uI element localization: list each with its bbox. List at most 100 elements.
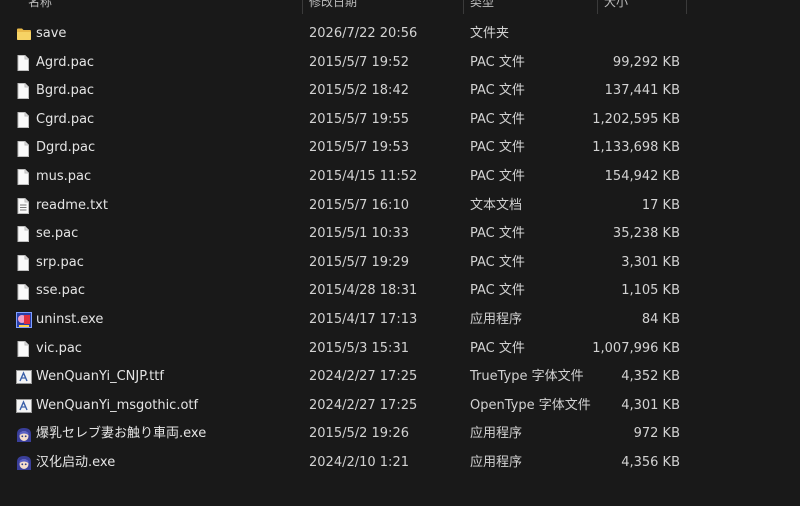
file-type: PAC 文件	[470, 340, 525, 356]
file-icon	[16, 335, 34, 364]
file-row[interactable]: Cgrd.pac 2015/5/7 19:55 PAC 文件 1,202,595 KB	[0, 106, 800, 135]
character-app-icon	[16, 420, 34, 449]
file-type: PAC 文件	[470, 226, 525, 242]
file-type: 应用程序	[470, 426, 523, 442]
file-size: 1,133,698 KB	[592, 140, 680, 156]
file-type: 文件夹	[470, 26, 510, 41]
column-header-date[interactable]: 修改日期	[303, 0, 463, 14]
file-type: 应用程序	[470, 454, 523, 470]
file-name: mus.pac	[36, 168, 92, 184]
file-size: 1,007,996 KB	[592, 340, 680, 356]
uninstaller-app-icon	[16, 306, 34, 335]
file-modified-date: 2015/5/2 18:42	[309, 83, 409, 99]
file-modified-date: 2026/7/22 20:56	[309, 26, 418, 41]
file-row[interactable]: readme.txt 2015/5/7 16:10 文本文档 17 KB	[0, 192, 800, 221]
font-file-icon	[16, 363, 34, 392]
file-name: vic.pac	[36, 340, 82, 356]
file-type: 应用程序	[470, 311, 523, 327]
file-modified-date: 2015/5/7 19:29	[309, 254, 409, 270]
file-type: PAC 文件	[470, 283, 525, 299]
file-name: 爆乳セレブ妻お触り車両.exe	[36, 426, 207, 442]
file-size: 1,105 KB	[621, 283, 680, 299]
file-name: srp.pac	[36, 254, 84, 270]
column-header-bar: 名称 修改日期 类型 大小	[0, 0, 800, 14]
file-name: WenQuanYi_msgothic.otf	[36, 397, 199, 413]
file-size: 17 KB	[641, 197, 680, 213]
file-name: Bgrd.pac	[36, 83, 95, 99]
file-name: se.pac	[36, 226, 79, 242]
file-icon	[16, 49, 34, 78]
file-icon	[16, 134, 34, 163]
file-row[interactable]: WenQuanYi_CNJP.ttf 2024/2/27 17:25 TrueTyp…	[0, 363, 800, 392]
column-header-name[interactable]: 名称	[22, 0, 302, 14]
file-icon	[16, 106, 34, 135]
file-icon	[16, 163, 34, 192]
file-row[interactable]: 爆乳セレブ妻お触り車両.exe 2015/5/2 19:26 应用程序 972 KB	[0, 420, 800, 449]
character-app-icon	[16, 449, 34, 478]
file-row[interactable]: Dgrd.pac 2015/5/7 19:53 PAC 文件 1,133,698 KB	[0, 134, 800, 163]
file-name: Agrd.pac	[36, 54, 95, 70]
column-divider[interactable]	[686, 0, 687, 14]
file-row[interactable]: Bgrd.pac 2015/5/2 18:42 PAC 文件 137,441 KB	[0, 77, 800, 106]
file-name: readme.txt	[36, 197, 108, 213]
file-size	[560, 20, 680, 49]
file-name: Dgrd.pac	[36, 140, 96, 156]
file-modified-date: 2015/4/28 18:31	[309, 283, 418, 299]
file-size: 972 KB	[633, 426, 680, 442]
file-modified-date: 2015/5/7 19:53	[309, 140, 409, 156]
column-header-type[interactable]: 类型	[464, 0, 597, 14]
file-row[interactable]: save 2026/7/22 20:56 文件夹	[0, 20, 800, 49]
file-size: 154,942 KB	[604, 168, 680, 184]
file-size: 1,202,595 KB	[592, 111, 680, 127]
file-modified-date: 2024/2/10 1:21	[309, 454, 409, 470]
file-modified-date: 2015/5/7 16:10	[309, 197, 409, 213]
file-row[interactable]: mus.pac 2015/4/15 11:52 PAC 文件 154,942 KB	[0, 163, 800, 192]
file-size: 84 KB	[641, 311, 680, 327]
file-icon	[16, 77, 34, 106]
file-type: PAC 文件	[470, 168, 525, 184]
file-row[interactable]: uninst.exe 2015/4/17 17:13 应用程序 84 KB	[0, 306, 800, 335]
file-modified-date: 2015/5/3 15:31	[309, 340, 409, 356]
file-size: 35,238 KB	[612, 226, 680, 242]
file-name: uninst.exe	[36, 311, 104, 327]
file-type: PAC 文件	[470, 140, 525, 156]
file-modified-date: 2015/5/7 19:52	[309, 54, 409, 70]
file-icon	[16, 249, 34, 278]
file-modified-date: 2015/4/15 11:52	[309, 168, 418, 184]
file-row[interactable]: se.pac 2015/5/1 10:33 PAC 文件 35,238 KB	[0, 220, 800, 249]
file-size: 3,301 KB	[621, 254, 680, 270]
file-name: save	[36, 26, 67, 41]
file-modified-date: 2015/5/1 10:33	[309, 226, 409, 242]
file-size: 137,441 KB	[604, 83, 680, 99]
font-file-icon	[16, 392, 34, 421]
file-modified-date: 2024/2/27 17:25	[309, 369, 418, 385]
file-row[interactable]: 汉化启动.exe 2024/2/10 1:21 应用程序 4,356 KB	[0, 449, 800, 478]
folder-icon	[16, 20, 34, 49]
file-row[interactable]: Agrd.pac 2015/5/7 19:52 PAC 文件 99,292 KB	[0, 49, 800, 78]
file-row[interactable]: sse.pac 2015/4/28 18:31 PAC 文件 1,105 KB	[0, 277, 800, 306]
file-row[interactable]: WenQuanYi_msgothic.otf 2024/2/27 17:25 Ope…	[0, 392, 800, 421]
file-size: 99,292 KB	[612, 54, 680, 70]
file-type: PAC 文件	[470, 54, 525, 70]
file-icon	[16, 277, 34, 306]
file-type: PAC 文件	[470, 111, 525, 127]
file-name: sse.pac	[36, 283, 86, 299]
file-size: 4,301 KB	[621, 397, 680, 413]
file-name: 汉化启动.exe	[36, 454, 116, 470]
file-row[interactable]: vic.pac 2015/5/3 15:31 PAC 文件 1,007,996 KB	[0, 335, 800, 364]
file-modified-date: 2024/2/27 17:25	[309, 397, 418, 413]
file-size: 4,356 KB	[621, 454, 680, 470]
file-type: PAC 文件	[470, 83, 525, 99]
file-modified-date: 2015/5/7 19:55	[309, 111, 409, 127]
file-size: 4,352 KB	[621, 369, 680, 385]
file-name: WenQuanYi_CNJP.ttf	[36, 369, 164, 385]
column-header-size[interactable]: 大小	[598, 0, 686, 14]
file-modified-date: 2015/4/17 17:13	[309, 311, 418, 327]
file-icon	[16, 220, 34, 249]
file-list: save 2026/7/22 20:56 文件夹 Agrd.pac 2015/5/7 1…	[0, 20, 800, 478]
file-type: 文本文档	[470, 197, 523, 213]
file-type: PAC 文件	[470, 254, 525, 270]
file-modified-date: 2015/5/2 19:26	[309, 426, 409, 442]
text-file-icon	[16, 192, 34, 221]
file-row[interactable]: srp.pac 2015/5/7 19:29 PAC 文件 3,301 KB	[0, 249, 800, 278]
